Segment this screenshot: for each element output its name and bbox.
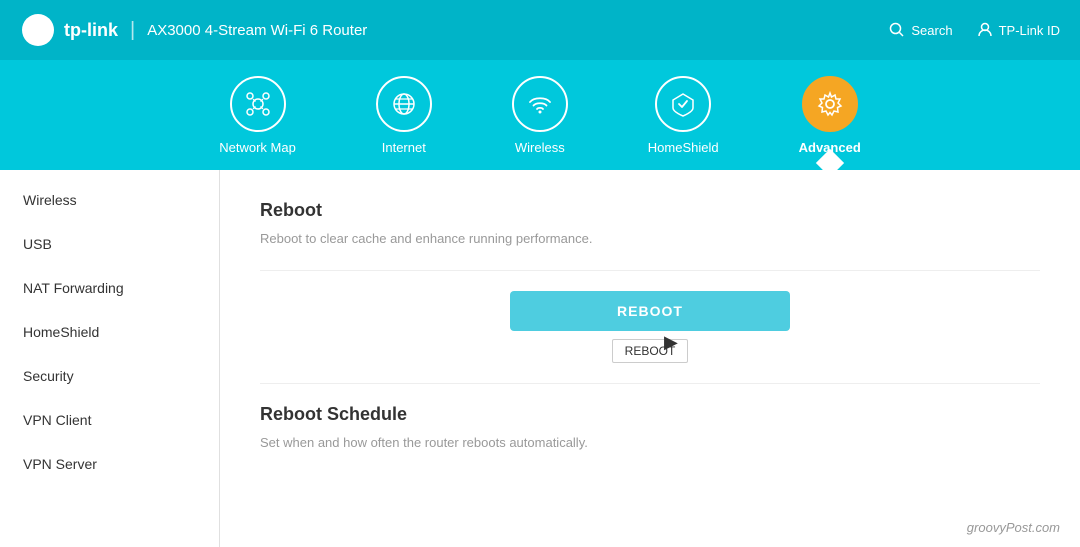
watermark: groovyPost.com (967, 520, 1060, 535)
main-content: Wireless USB NAT Forwarding HomeShield S… (0, 170, 1080, 547)
header-actions: Search TP-Link ID (889, 22, 1060, 38)
nav-item-advanced[interactable]: Advanced (799, 76, 861, 155)
divider-2 (260, 383, 1040, 384)
nav-label-homeshield: HomeShield (648, 140, 719, 155)
tplink-id-action[interactable]: TP-Link ID (977, 22, 1060, 38)
reboot-button-container: REBOOT ▶ (260, 291, 1040, 331)
svg-text:tp: tp (32, 23, 44, 38)
sidebar-item-nat-forwarding[interactable]: NAT Forwarding (0, 266, 219, 310)
nav-item-internet[interactable]: Internet (376, 76, 432, 155)
nav-item-homeshield[interactable]: HomeShield (648, 76, 719, 155)
reboot-tooltip-container: REBOOT (260, 339, 1040, 363)
wifi-icon (526, 90, 554, 118)
nav-icon-advanced (802, 76, 858, 132)
logo: tp tp-link | AX3000 4-Stream Wi-Fi 6 Rou… (20, 12, 367, 48)
tplink-id-label: TP-Link ID (999, 23, 1060, 38)
schedule-desc: Set when and how often the router reboot… (260, 435, 1040, 450)
internet-icon (390, 90, 418, 118)
sidebar-item-wireless[interactable]: Wireless (0, 178, 219, 222)
nav-label-network-map: Network Map (219, 140, 296, 155)
sidebar-item-usb[interactable]: USB (0, 222, 219, 266)
header: tp tp-link | AX3000 4-Stream Wi-Fi 6 Rou… (0, 0, 1080, 60)
search-label: Search (911, 23, 952, 38)
nav-label-internet: Internet (382, 140, 426, 155)
reboot-title: Reboot (260, 200, 1040, 221)
sidebar-item-homeshield[interactable]: HomeShield (0, 310, 219, 354)
network-map-icon (244, 90, 272, 118)
search-icon (889, 22, 905, 38)
nav-label-wireless: Wireless (515, 140, 565, 155)
sidebar-item-security[interactable]: Security (0, 354, 219, 398)
nav-icon-homeshield (655, 76, 711, 132)
gear-icon (815, 89, 845, 119)
nav-bar: Network Map Internet Wireless (0, 60, 1080, 170)
reboot-button[interactable]: REBOOT (510, 291, 790, 331)
reboot-desc: Reboot to clear cache and enhance runnin… (260, 231, 1040, 246)
router-model: AX3000 4-Stream Wi-Fi 6 Router (147, 22, 367, 39)
brand-name: tp-link (64, 20, 118, 41)
content-panel: Reboot Reboot to clear cache and enhance… (220, 170, 1080, 547)
divider-1 (260, 270, 1040, 271)
tplink-logo-icon: tp (20, 12, 56, 48)
nav-item-network-map[interactable]: Network Map (219, 76, 296, 155)
search-action[interactable]: Search (889, 22, 952, 38)
sidebar: Wireless USB NAT Forwarding HomeShield S… (0, 170, 220, 547)
nav-item-wireless[interactable]: Wireless (512, 76, 568, 155)
schedule-title: Reboot Schedule (260, 404, 1040, 425)
nav-icon-wireless (512, 76, 568, 132)
header-divider: | (130, 19, 135, 42)
cursor-icon: ▶ (664, 332, 678, 353)
nav-icon-internet (376, 76, 432, 132)
homeshield-icon (669, 90, 697, 118)
nav-icon-network-map (230, 76, 286, 132)
account-icon (977, 22, 993, 38)
sidebar-item-vpn-client[interactable]: VPN Client (0, 398, 219, 442)
sidebar-item-vpn-server[interactable]: VPN Server (0, 442, 219, 486)
